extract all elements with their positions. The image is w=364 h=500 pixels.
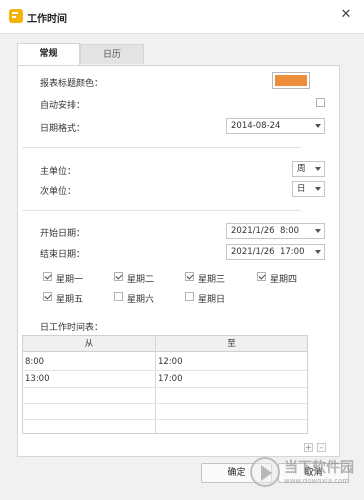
table-cell[interactable]: 17:00 [158, 374, 183, 384]
add-row-button[interactable]: + [304, 443, 313, 452]
app-icon [9, 9, 23, 23]
weekday-label-wed: 星期三 [198, 275, 226, 285]
work-hours-table: 从 至 8:00 12:00 13:00 17:00 [22, 335, 308, 434]
weekday-checkbox-sun[interactable] [185, 292, 194, 301]
auto-schedule-checkbox[interactable] [316, 98, 325, 107]
header-color-label: 报表标题颜色： [40, 79, 104, 89]
weekday-label-sat: 星期六 [127, 295, 155, 305]
weekday-label-mon: 星期一 [56, 275, 84, 285]
chevron-down-icon [315, 229, 321, 233]
window-title: 工作时间 [27, 14, 67, 25]
weekday-label-thu: 星期四 [270, 275, 298, 285]
start-date-label: 开始日期： [40, 229, 86, 239]
remove-row-button[interactable]: - [317, 443, 326, 452]
work-hours-label: 日工作时间表： [40, 323, 104, 333]
header-color-fill [275, 75, 307, 86]
chevron-down-icon [315, 124, 321, 128]
primary-unit-value: 周 [297, 164, 306, 174]
weekday-checkbox-mon[interactable] [43, 272, 52, 281]
row-divider [23, 370, 307, 371]
play-logo-icon [250, 457, 280, 487]
weekday-checkbox-sat[interactable] [114, 292, 123, 301]
tab-calendar[interactable]: 日历 [80, 44, 144, 64]
weekday-label-sun: 星期日 [198, 295, 226, 305]
chevron-down-icon [315, 167, 321, 171]
table-cell[interactable]: 13:00 [25, 374, 50, 384]
secondary-unit-label: 次单位： [40, 187, 77, 197]
column-header-from[interactable]: 从 [23, 336, 155, 352]
weekday-checkbox-tue[interactable] [114, 272, 123, 281]
tab-general[interactable]: 常规 [17, 43, 80, 66]
weekday-checkbox-fri[interactable] [43, 292, 52, 301]
start-date-value: 2021/1/26 8:00 [231, 226, 300, 236]
secondary-unit-value: 日 [297, 184, 306, 194]
secondary-unit-select[interactable]: 日 [292, 181, 325, 197]
watermark-text: 当下软件园 [284, 460, 354, 476]
column-header-to[interactable]: 至 [156, 336, 307, 352]
row-divider [23, 403, 307, 404]
end-date-picker[interactable]: 2021/1/26 17:00 [226, 244, 325, 260]
watermark: 当下软件园 www.downxia.com [250, 455, 360, 497]
divider [22, 210, 301, 211]
weekday-checkbox-thu[interactable] [257, 272, 266, 281]
watermark-url: www.downxia.com [284, 477, 350, 485]
auto-schedule-label: 自动安排： [40, 101, 86, 111]
primary-unit-label: 主单位： [40, 167, 77, 177]
title-bar: 工作时间 ✕ [0, 0, 364, 33]
dialog-body: 日历 常规 报表标题颜色： 自动安排： 日期格式： 2014-08-24 主单位… [0, 33, 364, 500]
row-divider [23, 387, 307, 388]
header-color-picker[interactable] [272, 72, 310, 89]
end-date-label: 结束日期： [40, 250, 86, 260]
close-icon[interactable]: ✕ [336, 6, 356, 24]
date-format-select[interactable]: 2014-08-24 [226, 118, 325, 134]
weekday-label-tue: 星期二 [127, 275, 155, 285]
divider [22, 147, 301, 148]
weekday-checkbox-wed[interactable] [185, 272, 194, 281]
row-divider [23, 419, 307, 420]
chevron-down-icon [315, 187, 321, 191]
weekday-label-fri: 星期五 [56, 295, 84, 305]
primary-unit-select[interactable]: 周 [292, 161, 325, 177]
table-cell[interactable]: 8:00 [25, 357, 44, 367]
end-date-value: 2021/1/26 17:00 [231, 247, 305, 257]
date-format-value: 2014-08-24 [231, 121, 281, 131]
chevron-down-icon [315, 250, 321, 254]
date-format-label: 日期格式： [40, 124, 86, 134]
start-date-picker[interactable]: 2021/1/26 8:00 [226, 223, 325, 239]
table-cell[interactable]: 12:00 [158, 357, 183, 367]
